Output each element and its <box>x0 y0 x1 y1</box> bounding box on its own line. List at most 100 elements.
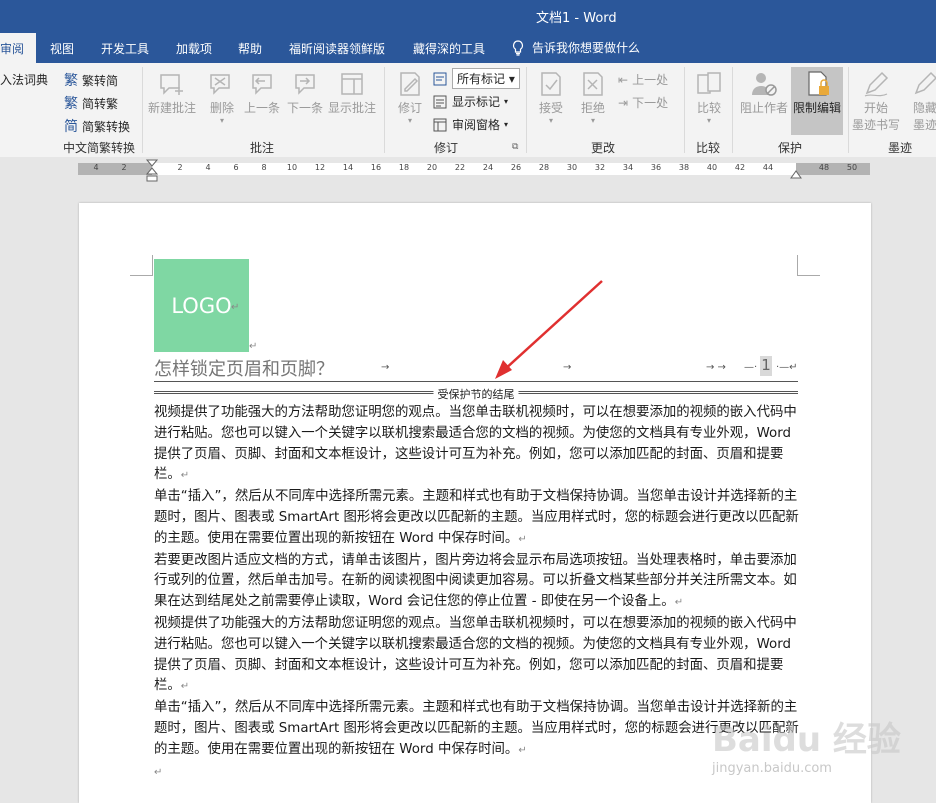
ruler-tick-label: 42 <box>734 163 746 172</box>
prev-change-icon: ⇤ <box>618 72 629 87</box>
tab-view[interactable]: 视图 <box>50 40 74 57</box>
delete-comment-label: 删除 <box>209 101 234 115</box>
ruler-tick-label: 16 <box>370 163 382 172</box>
show-comments-label: 显示批注 <box>328 101 377 115</box>
dialog-launcher-icon[interactable]: ⧉ <box>512 142 518 152</box>
ruler-tick-label: 8 <box>261 163 267 172</box>
body-paragraph: 单击“插入”，然后从不同库中选择所需元素。主题和样式也有助于文档保持协调。当您单… <box>154 700 799 757</box>
new-comment-icon <box>160 74 183 95</box>
ruler-tick-label: 24 <box>482 163 494 172</box>
tell-me-search[interactable]: 告诉我你想要做什么 <box>512 39 640 56</box>
prev-comment-icon <box>252 74 272 95</box>
compare-label: 比较 <box>696 101 721 115</box>
next-change-button[interactable]: ⇥ 下一处 <box>618 94 668 111</box>
simp-to-trad-label: 简转繁 <box>82 96 119 111</box>
group-separator <box>732 67 733 153</box>
track-changes-icon <box>400 72 420 96</box>
logo-text: LOGO <box>171 293 232 318</box>
hide-ink-button[interactable]: 隐藏 墨迹 <box>910 69 936 133</box>
section-break: 受保护节的结尾 <box>154 386 798 402</box>
tab-review[interactable]: 审阅 <box>0 33 36 63</box>
group-separator <box>848 67 849 153</box>
group-separator <box>526 67 527 153</box>
document-body[interactable]: 视频提供了功能强大的方法帮助您证明您的观点。当您单击联机视频时，可以在想要添加的… <box>154 403 802 783</box>
compare-icon <box>697 72 721 94</box>
reject-icon <box>583 72 603 96</box>
ruler-tick-label: 4 <box>93 163 99 172</box>
tab-help[interactable]: 帮助 <box>238 40 262 57</box>
markup-select[interactable]: 所有标记 ▾ <box>432 68 520 89</box>
compare-button[interactable]: 比较 ▾ <box>694 69 724 125</box>
show-comments-button[interactable]: 显示批注 <box>328 69 376 116</box>
start-inking-button[interactable]: 开始 墨迹书写 <box>852 69 900 133</box>
review-pane-button[interactable]: 审阅窗格 ▾ <box>432 116 508 133</box>
tab-foxit[interactable]: 福昕阅读器领鲜版 <box>289 40 385 57</box>
block-authors-button[interactable]: 阻止作者 <box>740 69 788 116</box>
ruler-tick-label: 4 <box>205 163 211 172</box>
ime-dictionary-button[interactable]: 入法词典 <box>0 71 48 88</box>
restrict-editing-label: 限制编辑 <box>792 101 841 115</box>
prev-change-button[interactable]: ⇤ 上一处 <box>618 71 668 88</box>
tab-developer[interactable]: 开发工具 <box>101 40 149 57</box>
ime-dictionary-label: 入法词典 <box>0 73 49 87</box>
group-label-compare: 比较 <box>696 141 721 155</box>
chinese-convert-button[interactable]: 简 简繁转换 <box>64 116 130 136</box>
restrict-editing-button[interactable]: 限制编辑 <box>791 67 843 135</box>
group-separator <box>384 67 385 153</box>
dash-mark: ·—↵ <box>776 362 798 373</box>
tab-addins[interactable]: 加载项 <box>176 40 212 57</box>
paragraph-mark: ↵ <box>231 302 240 313</box>
tab-hidden-tools[interactable]: 藏得深的工具 <box>413 40 485 57</box>
review-pane-icon <box>433 118 447 131</box>
header-title[interactable]: 怎样锁定页眉和页脚？ <box>154 355 334 381</box>
tab-mark-icon: → → <box>706 362 726 373</box>
ruler-tick-label: 48 <box>818 163 830 172</box>
new-comment-button[interactable]: 新建批注 <box>148 69 196 116</box>
track-changes-label: 修订 <box>397 101 422 115</box>
ruler-tick-label: 6 <box>233 163 239 172</box>
ruler-tick-label: 44 <box>762 163 774 172</box>
watermark-brand: Baidu 经验 <box>712 720 901 760</box>
ruler-tick-label: 40 <box>706 163 718 172</box>
show-markup-button[interactable]: 显示标记 ▾ <box>432 93 508 110</box>
section-break-label: 受保护节的结尾 <box>433 386 519 402</box>
delete-comment-button[interactable]: 删除 ▾ <box>207 69 237 125</box>
page-number-field[interactable]: 1 <box>760 356 772 376</box>
trad-to-simp-button[interactable]: 繁 繁转简 <box>64 70 118 90</box>
body-paragraph: 单击“插入”，然后从不同库中选择所需元素。主题和样式也有助于文档保持协调。当您单… <box>154 489 799 546</box>
crop-mark <box>130 255 153 276</box>
group-label-chinese: 中文简繁转换 <box>63 141 136 155</box>
prev-comment-button[interactable]: 上一条 <box>244 69 280 116</box>
tell-me-label: 告诉我你想要做什么 <box>532 41 641 55</box>
accept-icon <box>541 72 561 96</box>
prev-change-label: 上一处 <box>632 73 669 87</box>
group-label-changes: 更改 <box>591 141 616 155</box>
accept-label: 接受 <box>538 101 563 115</box>
ruler-tick-label: 2 <box>121 163 127 172</box>
right-indent-marker-icon[interactable] <box>790 169 802 179</box>
trad-to-simp-label: 繁转简 <box>82 73 119 88</box>
ruler-tick-label: 22 <box>454 163 466 172</box>
next-change-label: 下一处 <box>632 96 669 110</box>
ruler-tick-label: 26 <box>510 163 522 172</box>
next-comment-button[interactable]: 下一条 <box>287 69 323 116</box>
ruler-tick-label: 10 <box>286 163 298 172</box>
group-label-tracking: 修订 <box>434 141 459 155</box>
indent-marker-icon[interactable] <box>146 159 158 183</box>
simp-icon: 繁 <box>64 96 78 112</box>
hide-ink-icon <box>914 71 936 95</box>
group-label-protect: 保护 <box>778 141 803 155</box>
hide-ink-label: 隐藏 <box>912 101 936 115</box>
next-change-icon: ⇥ <box>618 95 629 110</box>
track-changes-button[interactable]: 修订 ▾ <box>395 69 425 125</box>
reject-button[interactable]: 拒绝 ▾ <box>578 69 608 125</box>
accept-button[interactable]: 接受 ▾ <box>536 69 566 125</box>
chinese-convert-label: 简繁转换 <box>82 119 131 134</box>
window-title: 文档1 - Word <box>536 11 617 26</box>
simp-to-trad-button[interactable]: 繁 简转繁 <box>64 93 118 113</box>
horizontal-ruler[interactable]: 4 2 2 4 6 8 10 12 14 16 18 20 22 24 26 28 30 32 34 36 38 40 42… <box>0 157 936 182</box>
show-markup-label: 显示标记 <box>452 95 501 109</box>
delete-comment-icon <box>210 74 230 95</box>
block-authors-icon <box>752 73 777 96</box>
next-comment-icon <box>295 74 315 95</box>
